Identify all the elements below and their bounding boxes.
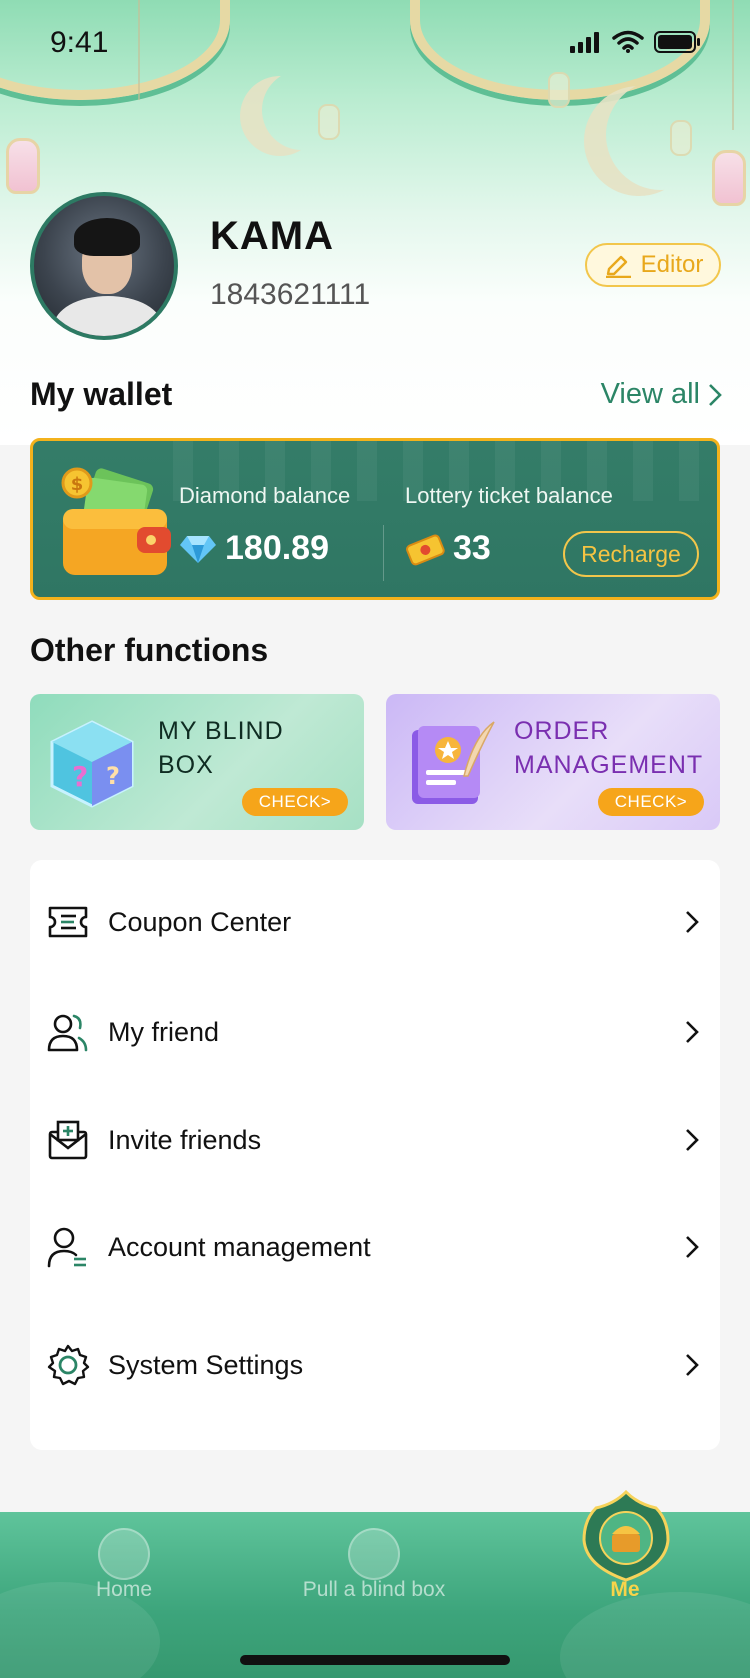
my-blind-box-check-button[interactable]: CHECK> — [242, 788, 348, 816]
chevron-right-icon — [686, 1129, 699, 1151]
chevron-right-icon — [686, 1354, 699, 1376]
coupon-icon — [48, 906, 88, 938]
svg-text:?: ? — [72, 760, 88, 793]
tab-pull-blind-box-label: Pull a blind box — [302, 1578, 446, 1601]
home-lantern-icon — [98, 1528, 150, 1580]
blind-box-moon-icon — [348, 1528, 400, 1580]
diamond-balance-value: 180.89 — [225, 529, 329, 567]
svg-text:?: ? — [106, 762, 120, 790]
me-treasure-icon[interactable] — [580, 1490, 672, 1582]
signal-icon — [570, 32, 599, 53]
avatar[interactable] — [30, 192, 178, 340]
order-management-check-button[interactable]: CHECK> — [598, 788, 704, 816]
lantern-icon — [670, 120, 692, 156]
menu-item-system-settings[interactable]: System Settings — [30, 1325, 720, 1405]
tab-home[interactable]: Home — [24, 1512, 224, 1632]
diamond-balance: 180.89 — [179, 529, 329, 568]
friends-icon — [47, 1014, 88, 1052]
wallet-icon: $ — [61, 467, 171, 575]
status-icons — [570, 30, 702, 54]
menu-item-my-friend[interactable]: My friend — [30, 992, 720, 1072]
my-blind-box-card[interactable]: ? ? MY BLIND BOX CHECK> — [30, 694, 364, 830]
lottery-balance-label: Lottery ticket balance — [405, 483, 613, 508]
menu-item-label: Coupon Center — [108, 906, 292, 937]
svg-text:$: $ — [71, 474, 84, 495]
editor-label: Editor — [640, 251, 704, 278]
lantern-string — [138, 0, 140, 100]
chevron-right-icon — [686, 911, 699, 933]
order-book-icon — [412, 721, 495, 804]
invite-mail-icon — [48, 1120, 88, 1160]
battery-icon — [654, 31, 700, 53]
my-blind-box-title: MY BLIND BOX — [158, 717, 284, 779]
diamond-balance-label: Diamond balance — [179, 483, 351, 508]
wallet-card: $ Diamond balance 180.89 Lottery ticket … — [30, 438, 720, 600]
view-all-link[interactable]: View all — [601, 378, 722, 411]
recharge-button[interactable]: Recharge — [563, 531, 699, 577]
home-indicator — [240, 1655, 510, 1665]
tab-home-label: Home — [95, 1578, 153, 1601]
menu-item-coupon-center[interactable]: Coupon Center — [30, 882, 720, 962]
lottery-balance: 33 — [405, 529, 491, 568]
lantern-icon — [712, 150, 746, 206]
gear-icon — [47, 1344, 90, 1386]
menu-item-label: Invite friends — [108, 1124, 262, 1155]
menu-item-account-management[interactable]: Account management — [30, 1207, 720, 1287]
menu-item-label: Account management — [108, 1231, 371, 1262]
wifi-icon — [612, 30, 644, 53]
edit-pencil-icon — [605, 255, 631, 278]
lottery-balance-value: 33 — [453, 529, 491, 567]
decorative-arch — [0, 0, 230, 100]
view-all-label: View all — [600, 378, 700, 410]
lantern-icon — [318, 104, 340, 140]
chevron-right-icon — [686, 1236, 699, 1258]
lottery-ticket-icon — [406, 533, 445, 565]
wallet-title: My wallet — [30, 376, 173, 412]
menu-list: Coupon Center My friend Invite friends A… — [30, 860, 720, 1450]
chevron-right-icon — [686, 1021, 699, 1043]
user-name: KAMA — [210, 214, 334, 258]
other-functions-title: Other functions — [30, 632, 269, 668]
lantern-string — [732, 0, 734, 130]
diamond-icon — [180, 535, 216, 563]
chevron-right-icon — [709, 383, 722, 406]
lantern-icon — [6, 138, 40, 194]
user-id: 1843621111 — [210, 278, 371, 311]
menu-item-invite-friends[interactable]: Invite friends — [30, 1100, 720, 1180]
blind-box-cube-icon: ? ? — [50, 720, 134, 808]
order-management-card[interactable]: ORDER MANAGEMENT CHECK> — [386, 694, 720, 830]
account-icon — [47, 1227, 86, 1268]
status-time: 9:41 — [50, 26, 109, 59]
menu-item-label: System Settings — [108, 1349, 304, 1380]
menu-item-label: My friend — [108, 1016, 220, 1047]
lantern-icon — [548, 72, 570, 108]
editor-button[interactable]: Editor — [585, 243, 721, 287]
order-management-title: ORDER MANAGEMENT — [514, 717, 704, 779]
wallet-divider — [383, 525, 384, 581]
tab-pull-blind-box[interactable]: Pull a blind box — [274, 1512, 474, 1632]
crescent-moon-icon — [606, 80, 716, 190]
